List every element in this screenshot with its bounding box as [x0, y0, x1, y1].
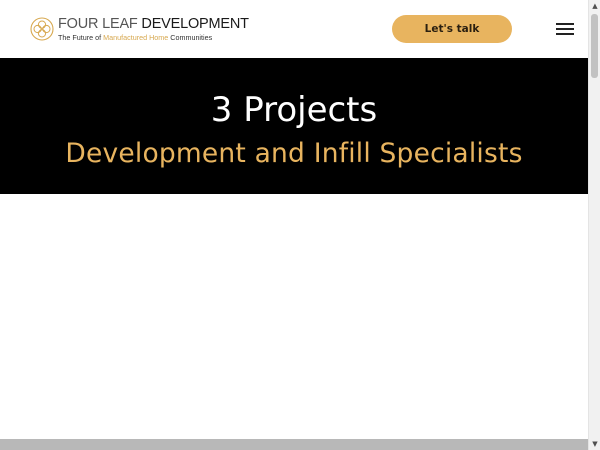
- scrollbar-thumb[interactable]: [591, 14, 598, 78]
- logo-tagline: The Future of Manufactured Home Communit…: [58, 33, 249, 42]
- site-header: FOUR LEAF DEVELOPMENT The Future of Manu…: [0, 0, 588, 58]
- lets-talk-button[interactable]: Let's talk: [392, 15, 512, 43]
- hero-subtitle: Development and Infill Specialists: [65, 138, 523, 169]
- scroll-up-arrow-icon[interactable]: ▲: [589, 0, 600, 12]
- hero-banner: 3 Projects Development and Infill Specia…: [0, 58, 588, 194]
- logo-tagline-highlight: Manufactured Home: [103, 32, 169, 42]
- hamburger-menu-icon[interactable]: [556, 22, 574, 36]
- vertical-scrollbar[interactable]: ▲ ▼: [588, 0, 600, 450]
- footer-strip: [0, 439, 588, 450]
- logo-name-part2: DEVELOPMENT: [141, 15, 249, 32]
- scroll-down-arrow-icon[interactable]: ▼: [589, 438, 600, 450]
- logo-name: FOUR LEAF DEVELOPMENT: [58, 15, 249, 32]
- page: FOUR LEAF DEVELOPMENT The Future of Manu…: [0, 0, 588, 450]
- logo-tagline-start: The Future of: [58, 32, 104, 42]
- logo-text: FOUR LEAF DEVELOPMENT The Future of Manu…: [58, 15, 249, 42]
- logo-tagline-end: Communities: [168, 32, 213, 42]
- four-leaf-logo-icon: [30, 17, 54, 41]
- logo-name-part1: FOUR LEAF: [58, 15, 138, 32]
- hero-title: 3 Projects: [210, 90, 378, 130]
- site-logo[interactable]: FOUR LEAF DEVELOPMENT The Future of Manu…: [30, 16, 249, 42]
